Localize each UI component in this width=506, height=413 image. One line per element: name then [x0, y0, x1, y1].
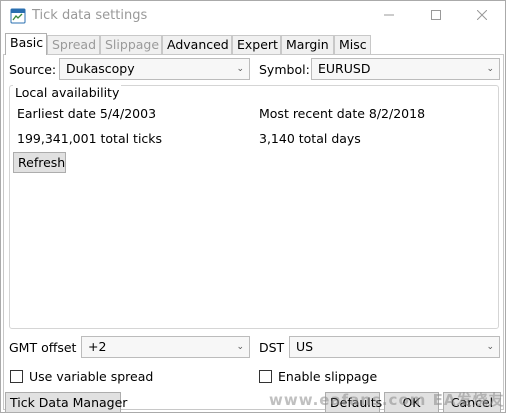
dst-label: DST — [259, 340, 285, 355]
most-recent-date: Most recent date 8/2/2018 — [259, 106, 426, 121]
source-label: Source: — [9, 62, 57, 77]
symbol-label: Symbol: — [259, 62, 310, 77]
tab-misc[interactable]: Misc — [334, 35, 371, 55]
symbol-value: EURUSD — [318, 61, 371, 76]
dst-value: US — [296, 339, 314, 354]
chevron-down-icon: ⌄ — [486, 342, 494, 352]
earliest-date: Earliest date 5/4/2003 — [17, 106, 157, 121]
gmt-offset-dropdown[interactable]: +2 ⌄ — [81, 336, 250, 358]
enable-slippage-label: Enable slippage — [278, 369, 378, 384]
source-value: Dukascopy — [66, 61, 135, 76]
local-availability-title: Local availability — [13, 85, 122, 100]
total-days: 3,140 total days — [259, 131, 361, 146]
chevron-down-icon: ⌄ — [486, 64, 494, 74]
window-title: Tick data settings — [32, 8, 148, 23]
title-bar[interactable]: Tick data settings — [1, 1, 505, 31]
source-dropdown[interactable]: Dukascopy ⌄ — [59, 58, 250, 80]
use-variable-spread-label: Use variable spread — [29, 369, 154, 384]
total-ticks: 199,341,001 total ticks — [17, 131, 163, 146]
checkbox-box[interactable] — [259, 370, 272, 383]
tick-data-settings-window: Tick data settings Basic Spread Slippage… — [0, 0, 506, 413]
maximize-icon — [431, 9, 441, 23]
chevron-down-icon: ⌄ — [236, 64, 244, 74]
gmt-offset-label: GMT offset — [9, 340, 77, 355]
enable-slippage-checkbox[interactable]: Enable slippage — [259, 369, 377, 384]
checkbox-box[interactable] — [10, 370, 23, 383]
chevron-down-icon: ⌄ — [236, 342, 244, 352]
tab-spread[interactable]: Spread — [47, 35, 100, 55]
tab-margin[interactable]: Margin — [281, 35, 334, 55]
dst-dropdown[interactable]: US ⌄ — [289, 336, 500, 358]
minimize-icon — [384, 9, 394, 23]
local-availability-group — [9, 85, 499, 329]
tick-data-manager-button[interactable]: Tick Data Manager — [5, 392, 127, 413]
close-button[interactable] — [459, 1, 505, 31]
tab-expert[interactable]: Expert — [232, 35, 281, 55]
tab-advanced[interactable]: Advanced — [162, 35, 232, 55]
tab-slippage[interactable]: Slippage — [100, 35, 162, 55]
use-variable-spread-checkbox[interactable]: Use variable spread — [10, 369, 153, 384]
maximize-button[interactable] — [413, 1, 459, 31]
tab-basic[interactable]: Basic — [5, 33, 47, 55]
refresh-button[interactable]: Refresh — [13, 152, 66, 173]
gmt-offset-value: +2 — [88, 339, 107, 354]
watermark-text: www.eafans.com EA发烧友 — [269, 391, 505, 409]
minimize-button[interactable] — [366, 1, 412, 31]
tick-data-app-icon — [10, 8, 26, 24]
close-icon — [476, 9, 488, 23]
symbol-dropdown[interactable]: EURUSD ⌄ — [311, 58, 500, 80]
